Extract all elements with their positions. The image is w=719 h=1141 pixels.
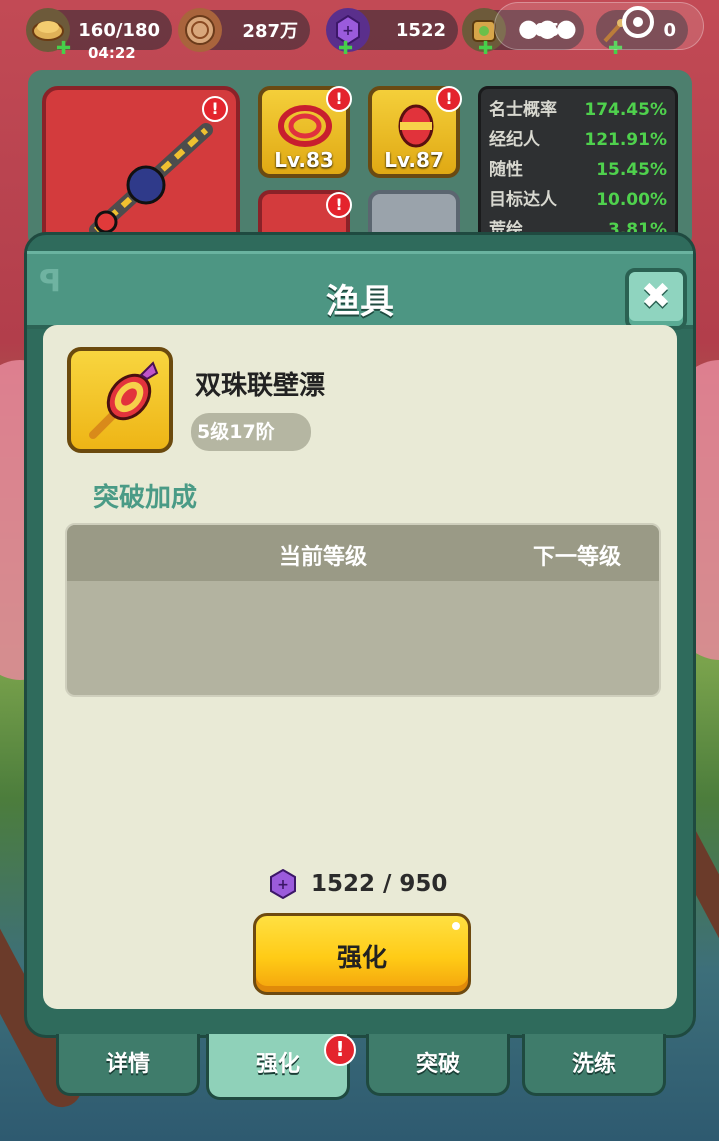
svg-text:+: + — [277, 877, 289, 893]
close-miniprogram-icon[interactable] — [622, 6, 654, 38]
bait-slot-alert-badge: ! — [326, 192, 352, 218]
coin-icon — [178, 8, 222, 52]
gear-modal: ꟼ 渔具 ✖ 双珠联壁漂 5级17阶 突破加成 当前等级 下一等级 + 1522… — [24, 232, 696, 1038]
gems-add-icon[interactable]: ✚ — [338, 38, 353, 59]
material-add-icon[interactable]: ✚ — [478, 38, 493, 59]
modal-body: 双珠联壁漂 5级17阶 突破加成 当前等级 下一等级 + 1522 / 950 … — [43, 325, 677, 1009]
button-shine — [452, 922, 460, 930]
tab-breakthrough[interactable]: 突破 — [366, 1034, 510, 1096]
more-menu-icon[interactable]: ●●● — [518, 14, 577, 42]
purple-gem-icon: + — [270, 869, 296, 899]
tab-refine[interactable]: 洗练 — [522, 1034, 666, 1096]
enhance-cost: + 1522 / 950 — [269, 869, 447, 899]
section-title: 突破加成 — [93, 483, 198, 513]
coins-counter[interactable]: 287万 — [178, 8, 310, 52]
svg-text:+: + — [342, 23, 354, 39]
slot-level-label: Lv.83 — [274, 148, 334, 172]
column-next-level: 下一等级 — [533, 545, 622, 570]
stat-row: 名士概率 174.45% — [489, 100, 667, 120]
stat-row: 随性 15.45% — [489, 160, 667, 180]
coins-value: 287万 — [242, 21, 298, 42]
column-current-level: 当前等级 — [279, 545, 368, 570]
stats-panel: 名士概率 174.45% 经纪人 121.91% 随性 15.45% 目标达人 10.0… — [478, 86, 678, 246]
close-icon: ✖ — [640, 276, 672, 317]
fishing-reel-icon — [89, 123, 213, 237]
slot-level-label: Lv.87 — [384, 148, 444, 172]
table-header: 当前等级 下一等级 — [67, 525, 659, 581]
stat-row: 目标达人 10.00% — [489, 190, 667, 210]
main-slot-alert-badge: ! — [202, 96, 228, 122]
stat-row: 经纪人 121.91% — [489, 130, 667, 150]
float-slot-alert-badge: ! — [436, 86, 462, 112]
modal-header: ꟼ 渔具 ✖ — [27, 251, 693, 330]
stamina-add-icon[interactable]: ✚ — [56, 38, 71, 59]
enhance-tab-alert-badge: ! — [324, 1034, 356, 1066]
tab-details[interactable]: 详情 — [56, 1034, 200, 1096]
close-button[interactable]: ✖ — [625, 268, 687, 330]
gems-value: 1522 — [395, 19, 446, 41]
stamina-timer: 04:22 — [88, 44, 136, 62]
item-level-badge: 5级17阶 — [191, 413, 311, 451]
item-name: 双珠联壁漂 — [195, 371, 326, 401]
enhance-button[interactable]: 强化 — [253, 913, 471, 995]
item-icon-frame — [67, 347, 173, 453]
line-slot-alert-badge: ! — [326, 86, 352, 112]
float-icon — [89, 361, 159, 439]
modal-title: 渔具 — [326, 282, 394, 322]
enhance-button-label: 强化 — [336, 943, 387, 972]
cost-value: 1522 / 950 — [311, 871, 448, 897]
stamina-value: 160/180 — [78, 19, 160, 41]
breakthrough-bonus-table: 当前等级 下一等级 — [65, 523, 661, 697]
